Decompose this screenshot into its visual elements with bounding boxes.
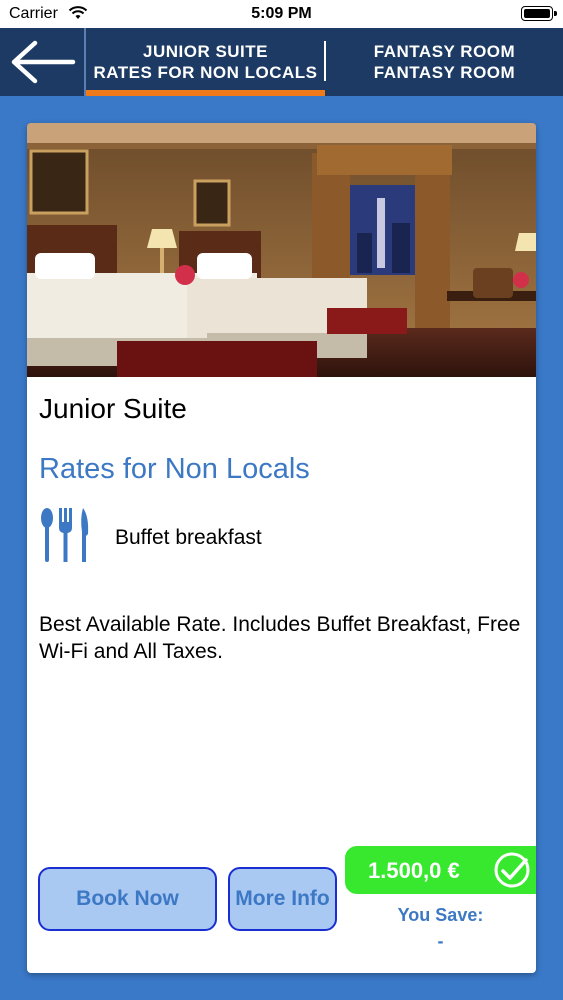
price-amount: 1.500,0 €	[368, 858, 460, 883]
tab-subtitle: RATES FOR NON LOCALS	[93, 63, 318, 82]
active-tab-indicator	[86, 90, 325, 96]
check-circle-icon	[494, 852, 530, 888]
tab-fantasy-room[interactable]: FANTASY ROOM FANTASY ROOM	[326, 28, 563, 96]
room-title: Junior Suite	[39, 393, 187, 424]
battery-icon	[521, 6, 557, 21]
tab-subtitle: FANTASY ROOM	[373, 63, 516, 82]
you-save-value: -	[437, 931, 444, 951]
cutlery-icon	[41, 508, 89, 562]
rate-title: Rates for Non Locals	[39, 453, 310, 485]
you-save-label: You Save:	[397, 905, 484, 925]
tab-title: FANTASY ROOM	[373, 42, 516, 61]
tab-title: JUNIOR SUITE	[142, 42, 269, 61]
back-button[interactable]	[0, 28, 84, 96]
room-photo	[27, 123, 536, 377]
book-now-button[interactable]: Book Now	[38, 867, 217, 931]
status-bar: Carrier 5:09 PM	[0, 0, 563, 28]
more-info-button[interactable]: More Info	[228, 867, 337, 931]
meal-plan-label: Buffet breakfast	[115, 526, 262, 549]
price-badge[interactable]: 1.500,0 €	[345, 846, 536, 894]
back-arrow-icon	[11, 40, 76, 84]
rate-description: Best Available Rate. Includes Buffet Bre…	[39, 613, 521, 663]
tab-junior-suite[interactable]: JUNIOR SUITE RATES FOR NON LOCALS	[86, 28, 325, 96]
clock: 5:09 PM	[251, 5, 312, 22]
room-rate-card: Junior Suite Rates for Non Locals Buffet…	[27, 123, 536, 973]
navigation-header: JUNIOR SUITE RATES FOR NON LOCALS FANTAS…	[0, 28, 563, 96]
